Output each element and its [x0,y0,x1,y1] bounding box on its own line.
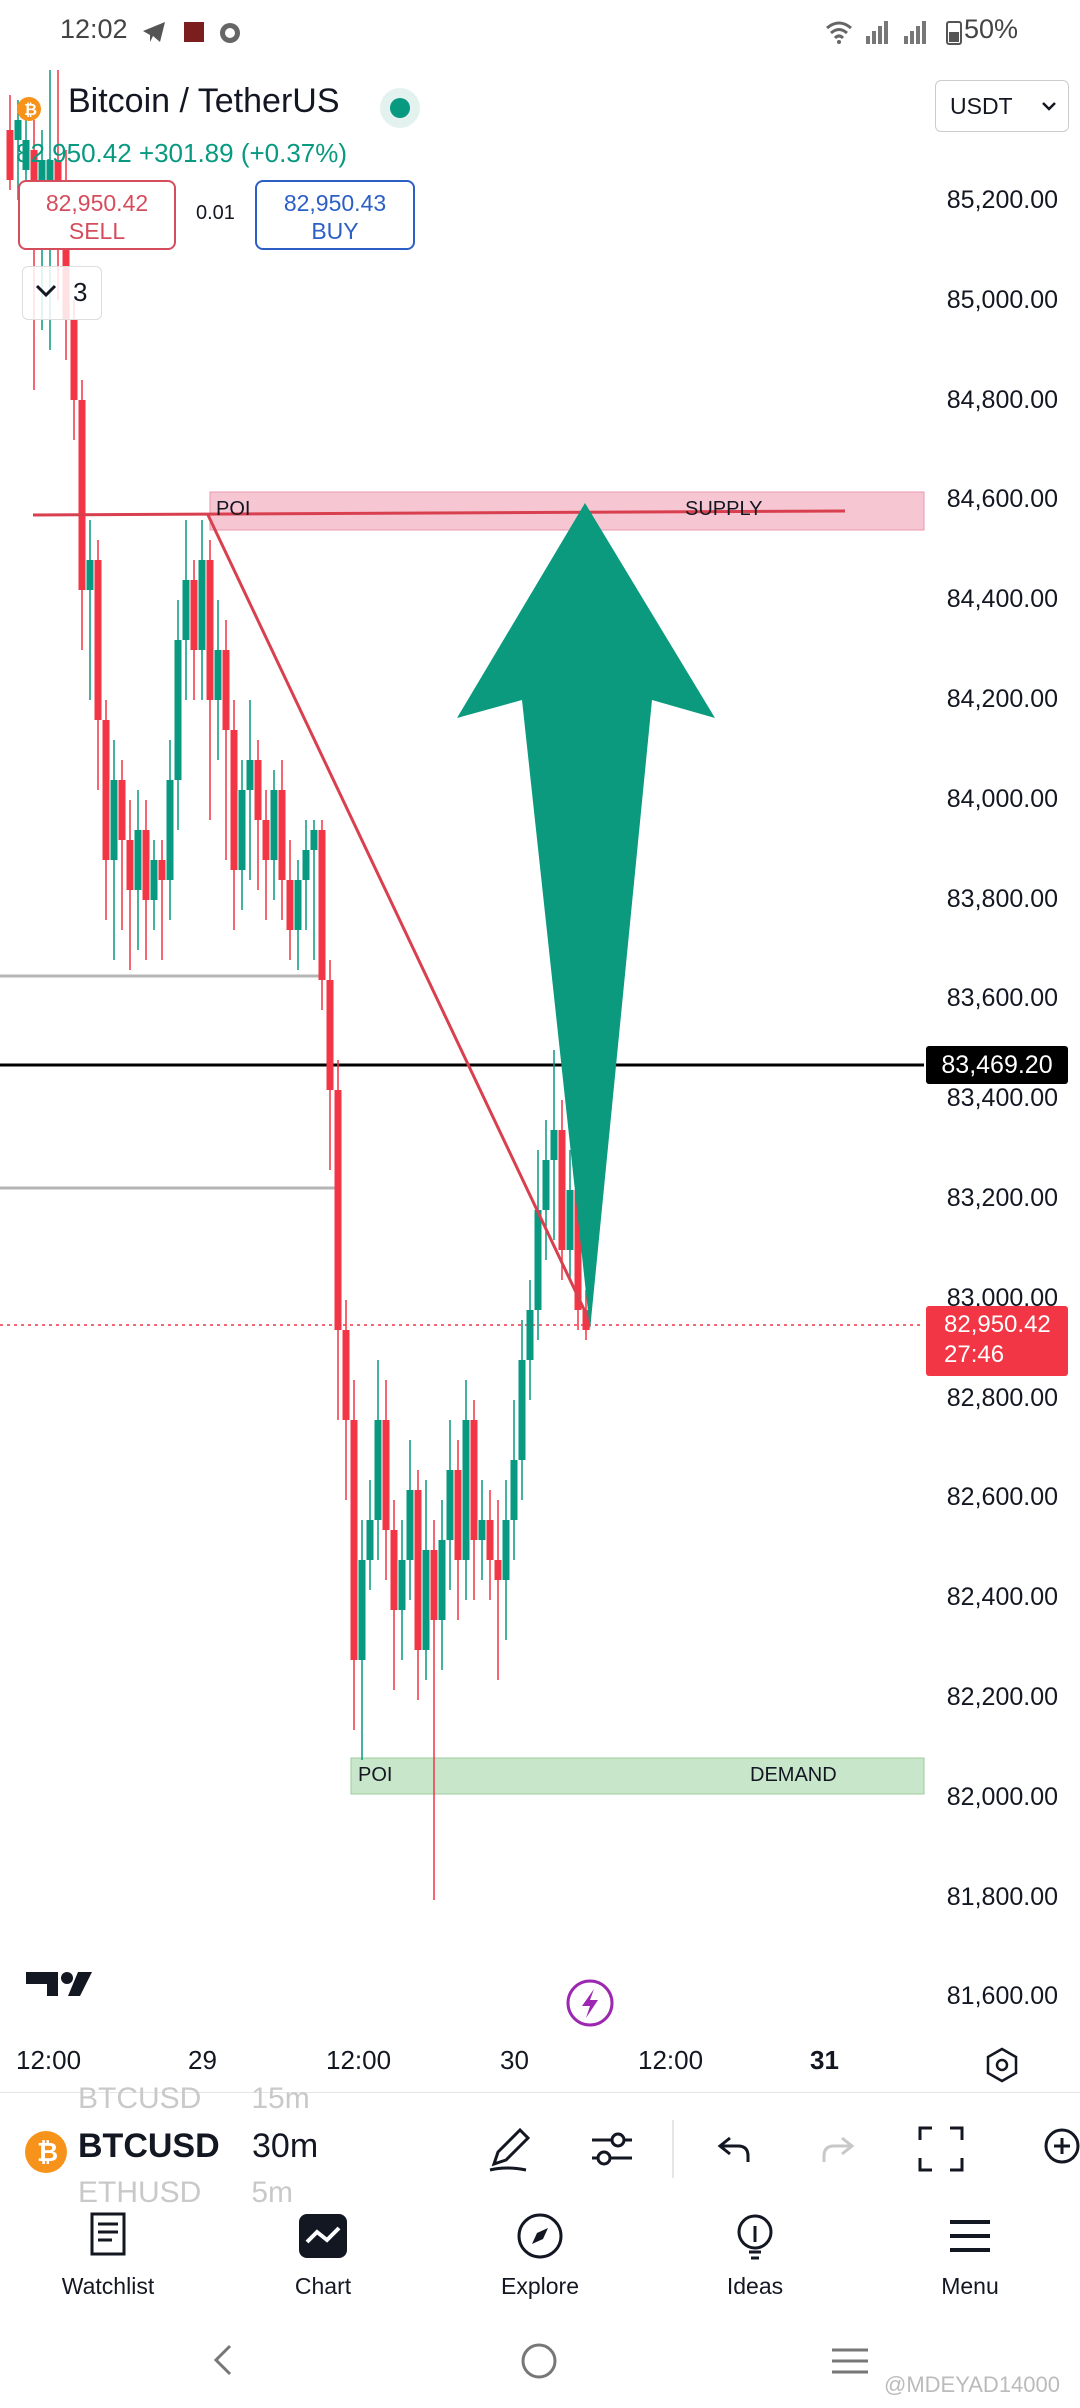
battery-percent: 50% [963,14,1018,44]
status-bar: 12:02 50% [0,0,1080,68]
tradingview-logo [26,1972,92,1996]
undo-icon[interactable] [716,2132,752,2166]
current-price-value: 82,950.42 [944,1311,1051,1338]
bitcoin-icon: ₿ [17,97,41,121]
indicators-settings-icon[interactable] [588,2126,636,2172]
chart-settings-icon[interactable] [986,2047,1018,2083]
nav-ideas[interactable]: Ideas [680,2212,830,2300]
svg-text:₿: ₿ [37,2137,58,2167]
lightbulb-icon [737,2214,773,2260]
time-axis-label: 12:00 [16,2045,82,2075]
supply-zone-left-label: POI [216,498,251,520]
supply-zone-right-label: SUPPLY [685,498,763,520]
price-axis-label: 84,400.00 [946,585,1058,614]
indicators-toggle-button[interactable]: 3 [22,266,102,320]
nav-label: Explore [501,2273,579,2299]
nav-watchlist[interactable]: Watchlist [33,2212,183,2300]
symbol-selector[interactable]: BTCUSD [78,2127,220,2166]
status-time: 12:02 [60,14,128,44]
time-axis-label: 30 [500,2045,529,2075]
spread-value: 0.01 [196,202,235,224]
price-axis-label: 82,800.00 [946,1383,1058,1412]
bar-countdown: 27:46 [944,1341,1005,1368]
buy-label: BUY [311,218,359,244]
indicator-count: 3 [73,277,88,307]
price-axis-label: 83,400.00 [946,1084,1058,1113]
nav-menu[interactable]: Menu [895,2212,1045,2300]
time-axis-label: 29 [188,2045,217,2075]
time-axis-label: 12:00 [638,2045,704,2075]
market-open-indicator-icon[interactable] [378,86,422,130]
buy-price: 82,950.43 [283,190,387,216]
nav-label: Chart [294,2273,352,2299]
sell-label: SELL [68,218,126,244]
demand-zone[interactable] [350,1757,925,1795]
compass-icon [517,2213,563,2259]
price-axis-label: 81,800.00 [946,1882,1058,1911]
hamburger-menu-icon [950,2220,990,2252]
price-axis-label: 85,000.00 [946,285,1058,314]
home-icon[interactable] [520,2342,558,2380]
price-axis-label: 83,600.00 [946,984,1058,1013]
price-axis-label: 84,600.00 [946,485,1058,514]
recents-icon[interactable] [830,2344,870,2378]
price-axis-label: 82,200.00 [946,1683,1058,1711]
price-axis-label: 81,600.00 [946,1982,1058,2011]
signal-icon-2 [904,21,926,44]
up-arrow-drawing[interactable] [457,503,715,1330]
nav-explore[interactable]: Explore [465,2212,615,2300]
watermark: @MDEYAD14000 [884,2372,1060,2397]
pen-draw-icon[interactable] [486,2124,534,2174]
price-axis-label: 82,600.00 [946,1483,1058,1512]
price-change: 82,950.42 +301.89 (+0.37%) [16,138,348,168]
redo-icon[interactable] [820,2132,856,2166]
wifi-icon [826,21,852,44]
chart-icon [299,2214,347,2258]
price-axis-label: 84,200.00 [946,685,1058,713]
nav-label: Menu [941,2273,999,2299]
price-axis-label: 84,800.00 [946,385,1058,414]
price-axis-label: 84,000.00 [946,784,1058,813]
interval-selector[interactable]: 30m [252,2127,318,2166]
buy-button[interactable]: 82,950.43 BUY [255,180,415,250]
app-notification-icon [184,22,204,42]
add-idea-icon[interactable] [1040,2126,1080,2176]
signal-icon-1 [866,21,888,44]
chevron-down-icon [35,284,57,298]
sell-button[interactable]: 82,950.42 SELL [18,180,176,250]
demand-zone-right-label: DEMAND [750,1764,837,1786]
price-axis-label: 83,800.00 [946,884,1058,913]
bitcoin-icon: ₿ [25,2131,67,2173]
nav-label: Watchlist [61,2273,155,2299]
back-icon[interactable] [210,2342,234,2378]
price-axis-label: 85,200.00 [946,186,1058,214]
toolbar-divider [672,2120,674,2178]
fullscreen-icon[interactable] [918,2126,964,2172]
symbol-picker-previous[interactable]: BTCUSD 15m [78,2082,310,2116]
price-axis-label: 83,200.00 [946,1184,1058,1212]
sell-price: 82,950.42 [45,190,149,216]
price-axis-label: 82,400.00 [946,1583,1058,1612]
candles [6,70,590,1900]
svg-text:₿: ₿ [24,101,37,119]
crosshair-price-label: 83,469.20 [926,1046,1068,1084]
time-axis-label: 31 [810,2045,839,2075]
nav-chart[interactable]: Chart [248,2212,398,2300]
current-price-label: 82,950.42 27:46 [926,1306,1068,1376]
currency-value: USDT [950,93,1013,119]
chevron-down-icon [1042,102,1056,111]
symbol-title[interactable]: Bitcoin / TetherUS [68,82,340,121]
time-axis-label: 12:00 [326,2045,392,2075]
currency-select[interactable]: USDT [935,80,1069,132]
price-axis-label: 82,000.00 [946,1782,1058,1811]
watchlist-icon [90,2212,126,2256]
demand-zone-left-label: POI [358,1764,393,1786]
telegram-icon [143,22,165,42]
nav-label: Ideas [726,2273,784,2299]
bug-icon [220,23,240,43]
